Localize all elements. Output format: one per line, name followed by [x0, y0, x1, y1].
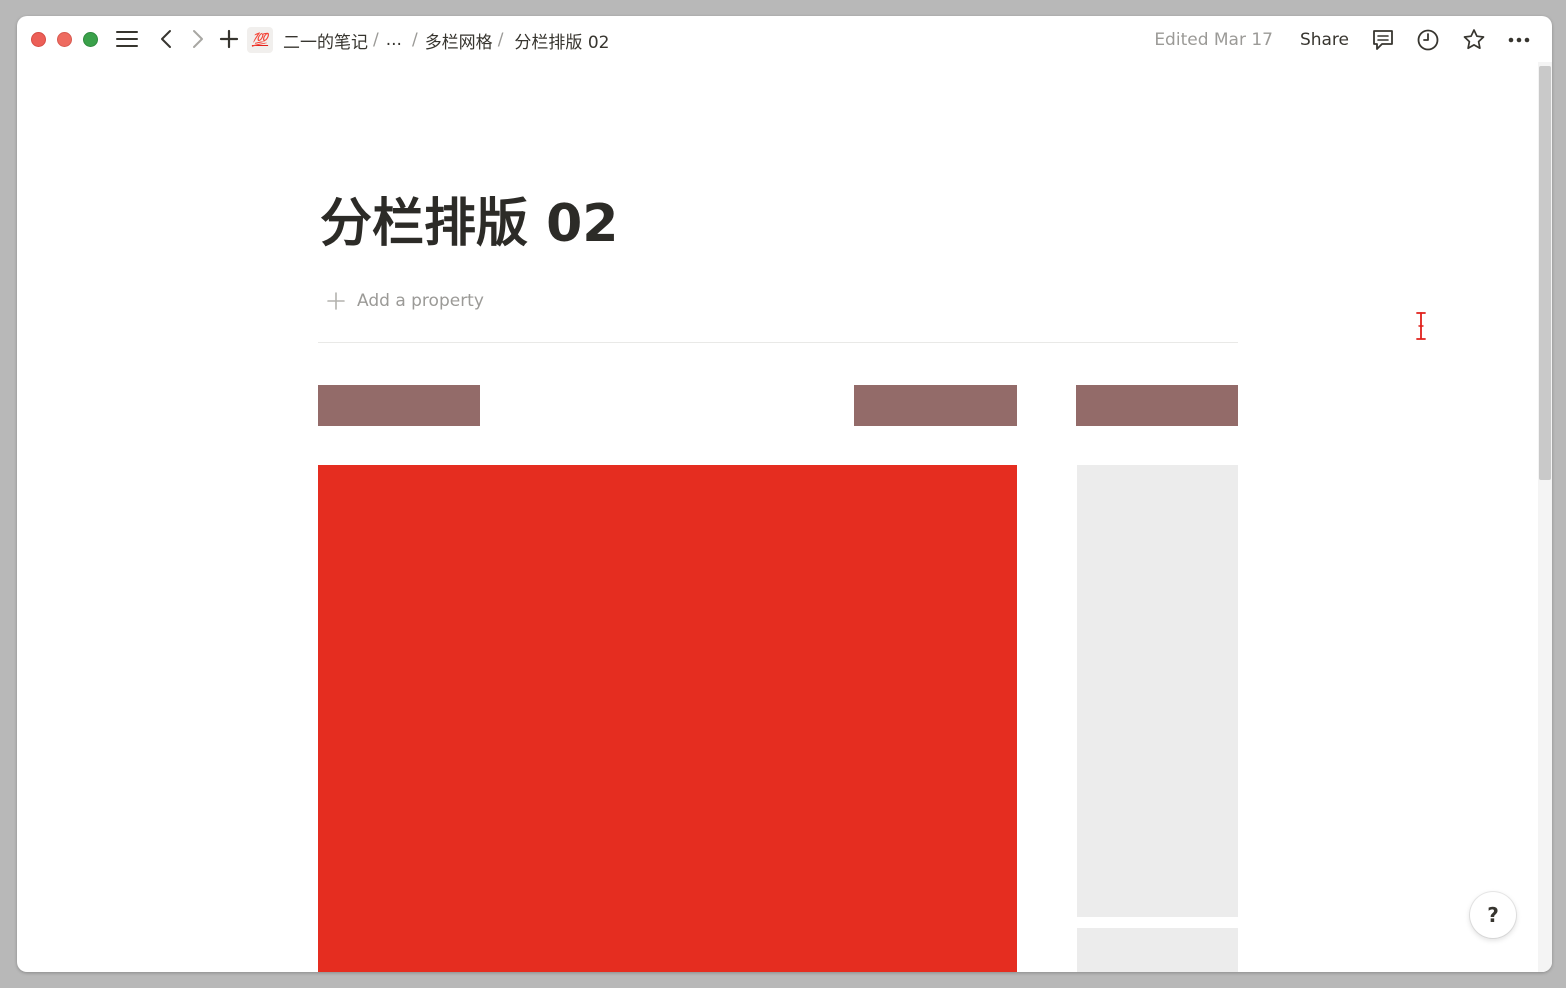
column-header-block-2[interactable]: [854, 385, 1017, 426]
help-button[interactable]: ?: [1470, 892, 1516, 938]
share-button[interactable]: Share: [1300, 28, 1349, 52]
column-header-block-1[interactable]: [318, 385, 480, 426]
breadcrumb-parent[interactable]: 多栏网格: [423, 28, 495, 53]
titlebar: 💯 二一的笔记 / ... / 多栏网格 / 分栏排版 02 Edited Ma…: [17, 16, 1552, 62]
page-title[interactable]: 分栏排版 02: [320, 188, 618, 260]
forward-arrow-icon[interactable]: [187, 27, 209, 51]
breadcrumb-separator: /: [411, 30, 418, 50]
history-clock-icon[interactable]: [1415, 27, 1441, 53]
window-minimize-button[interactable]: [57, 32, 72, 47]
app-window: 💯 二一的笔记 / ... / 多栏网格 / 分栏排版 02 Edited Ma…: [17, 16, 1552, 972]
menu-icon[interactable]: [115, 27, 139, 51]
column-header-block-3[interactable]: [1076, 385, 1238, 426]
page-emoji-icon[interactable]: 💯: [247, 27, 273, 53]
grey-placeholder-block-2[interactable]: [1077, 928, 1238, 972]
breadcrumb-separator: /: [497, 30, 504, 50]
breadcrumb-current[interactable]: 分栏排版 02: [508, 28, 611, 53]
breadcrumb-ellipsis[interactable]: ...: [384, 30, 404, 50]
add-property-label: Add a property: [357, 291, 484, 311]
grey-placeholder-block-1[interactable]: [1077, 465, 1238, 917]
divider: [318, 342, 1238, 343]
window-close-button[interactable]: [31, 32, 46, 47]
window-maximize-button[interactable]: [83, 32, 98, 47]
plus-icon: [327, 292, 345, 310]
more-dots-icon[interactable]: [1506, 27, 1532, 53]
edited-timestamp: Edited Mar 17: [1154, 30, 1273, 50]
vertical-scrollbar[interactable]: [1538, 62, 1552, 972]
breadcrumb: 二一的笔记 / ... / 多栏网格 / 分栏排版 02: [281, 28, 611, 53]
comment-icon[interactable]: [1370, 27, 1396, 53]
breadcrumb-workspace[interactable]: 二一的笔记: [281, 28, 370, 53]
back-arrow-icon[interactable]: [155, 27, 177, 51]
text-cursor-icon: [1416, 312, 1426, 340]
scrollbar-thumb[interactable]: [1539, 66, 1551, 480]
favorite-star-icon[interactable]: [1461, 27, 1487, 53]
red-image-block[interactable]: [318, 465, 1017, 972]
breadcrumb-separator: /: [373, 30, 379, 50]
add-property-button[interactable]: Add a property: [325, 287, 484, 315]
new-page-plus-icon[interactable]: [217, 27, 241, 51]
